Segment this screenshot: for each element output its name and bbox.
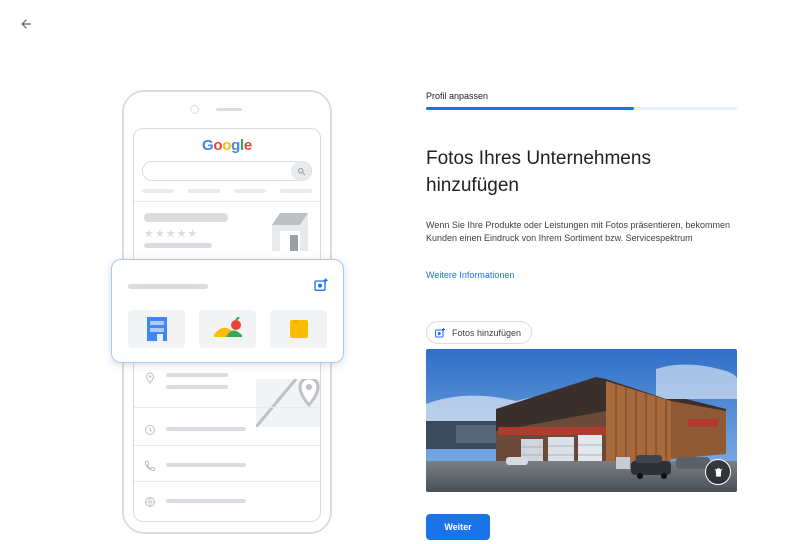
store-icon bbox=[270, 211, 310, 253]
progress-bar bbox=[426, 107, 737, 110]
clock-icon bbox=[144, 423, 156, 435]
step-label: Profil anpassen bbox=[426, 91, 489, 101]
add-photo-icon bbox=[435, 327, 445, 337]
illus-thumbnails bbox=[128, 310, 327, 348]
google-logo-letter: G bbox=[202, 137, 214, 154]
phone-icon bbox=[144, 459, 156, 472]
google-logo: Google bbox=[134, 137, 320, 154]
sticky-note-icon bbox=[270, 310, 327, 348]
divider bbox=[134, 407, 320, 408]
google-logo-letter: g bbox=[231, 137, 241, 154]
illus-website-bar bbox=[166, 499, 246, 503]
illus-phone-bar bbox=[166, 463, 246, 467]
arrow-back-icon bbox=[21, 19, 31, 29]
phone-camera bbox=[190, 105, 199, 114]
fruit-bowl-icon bbox=[199, 310, 256, 348]
illus-address-bar bbox=[166, 385, 228, 389]
next-button[interactable]: Weiter bbox=[426, 514, 490, 540]
google-logo-letter: o bbox=[222, 137, 232, 154]
business-photo[interactable] bbox=[426, 349, 737, 492]
add-photos-label: Fotos hinzufügen bbox=[452, 327, 522, 338]
page-description: Wenn Sie Ihre Produkte oder Leistungen m… bbox=[426, 220, 731, 243]
illus-address-bar bbox=[166, 373, 228, 377]
divider bbox=[134, 445, 320, 446]
illus-text-bar bbox=[144, 243, 212, 248]
business-photo-image bbox=[426, 349, 737, 492]
google-logo-letter: o bbox=[213, 137, 223, 154]
illus-search-bar bbox=[142, 161, 312, 181]
google-logo-letter: e bbox=[243, 137, 252, 154]
globe-icon bbox=[144, 495, 156, 507]
back-button[interactable] bbox=[14, 12, 38, 36]
delete-photo-button[interactable] bbox=[705, 459, 731, 485]
progress-fill bbox=[426, 107, 635, 110]
location-pin-icon bbox=[144, 371, 156, 384]
illus-card-title-bar bbox=[128, 284, 208, 289]
page-title: Fotos Ihres Unternehmens hinzufügen bbox=[426, 148, 651, 196]
illus-title-bar bbox=[144, 213, 228, 222]
illus-photo-card bbox=[111, 259, 344, 363]
search-icon bbox=[291, 161, 311, 181]
add-photos-button[interactable]: Fotos hinzufügen bbox=[426, 321, 533, 344]
storefront-icon bbox=[128, 310, 185, 348]
map-icon bbox=[254, 376, 320, 428]
add-photo-icon bbox=[313, 277, 329, 293]
phone-top bbox=[124, 92, 330, 128]
star-rating: ★★★★★ bbox=[144, 228, 199, 240]
illus-chip-row bbox=[142, 189, 312, 193]
divider bbox=[134, 481, 320, 482]
trash-icon bbox=[714, 467, 722, 477]
more-info-link[interactable]: Weitere Informationen bbox=[426, 270, 514, 280]
phone-speaker bbox=[216, 108, 242, 111]
divider bbox=[134, 201, 320, 202]
illus-hours-bar bbox=[166, 427, 246, 431]
